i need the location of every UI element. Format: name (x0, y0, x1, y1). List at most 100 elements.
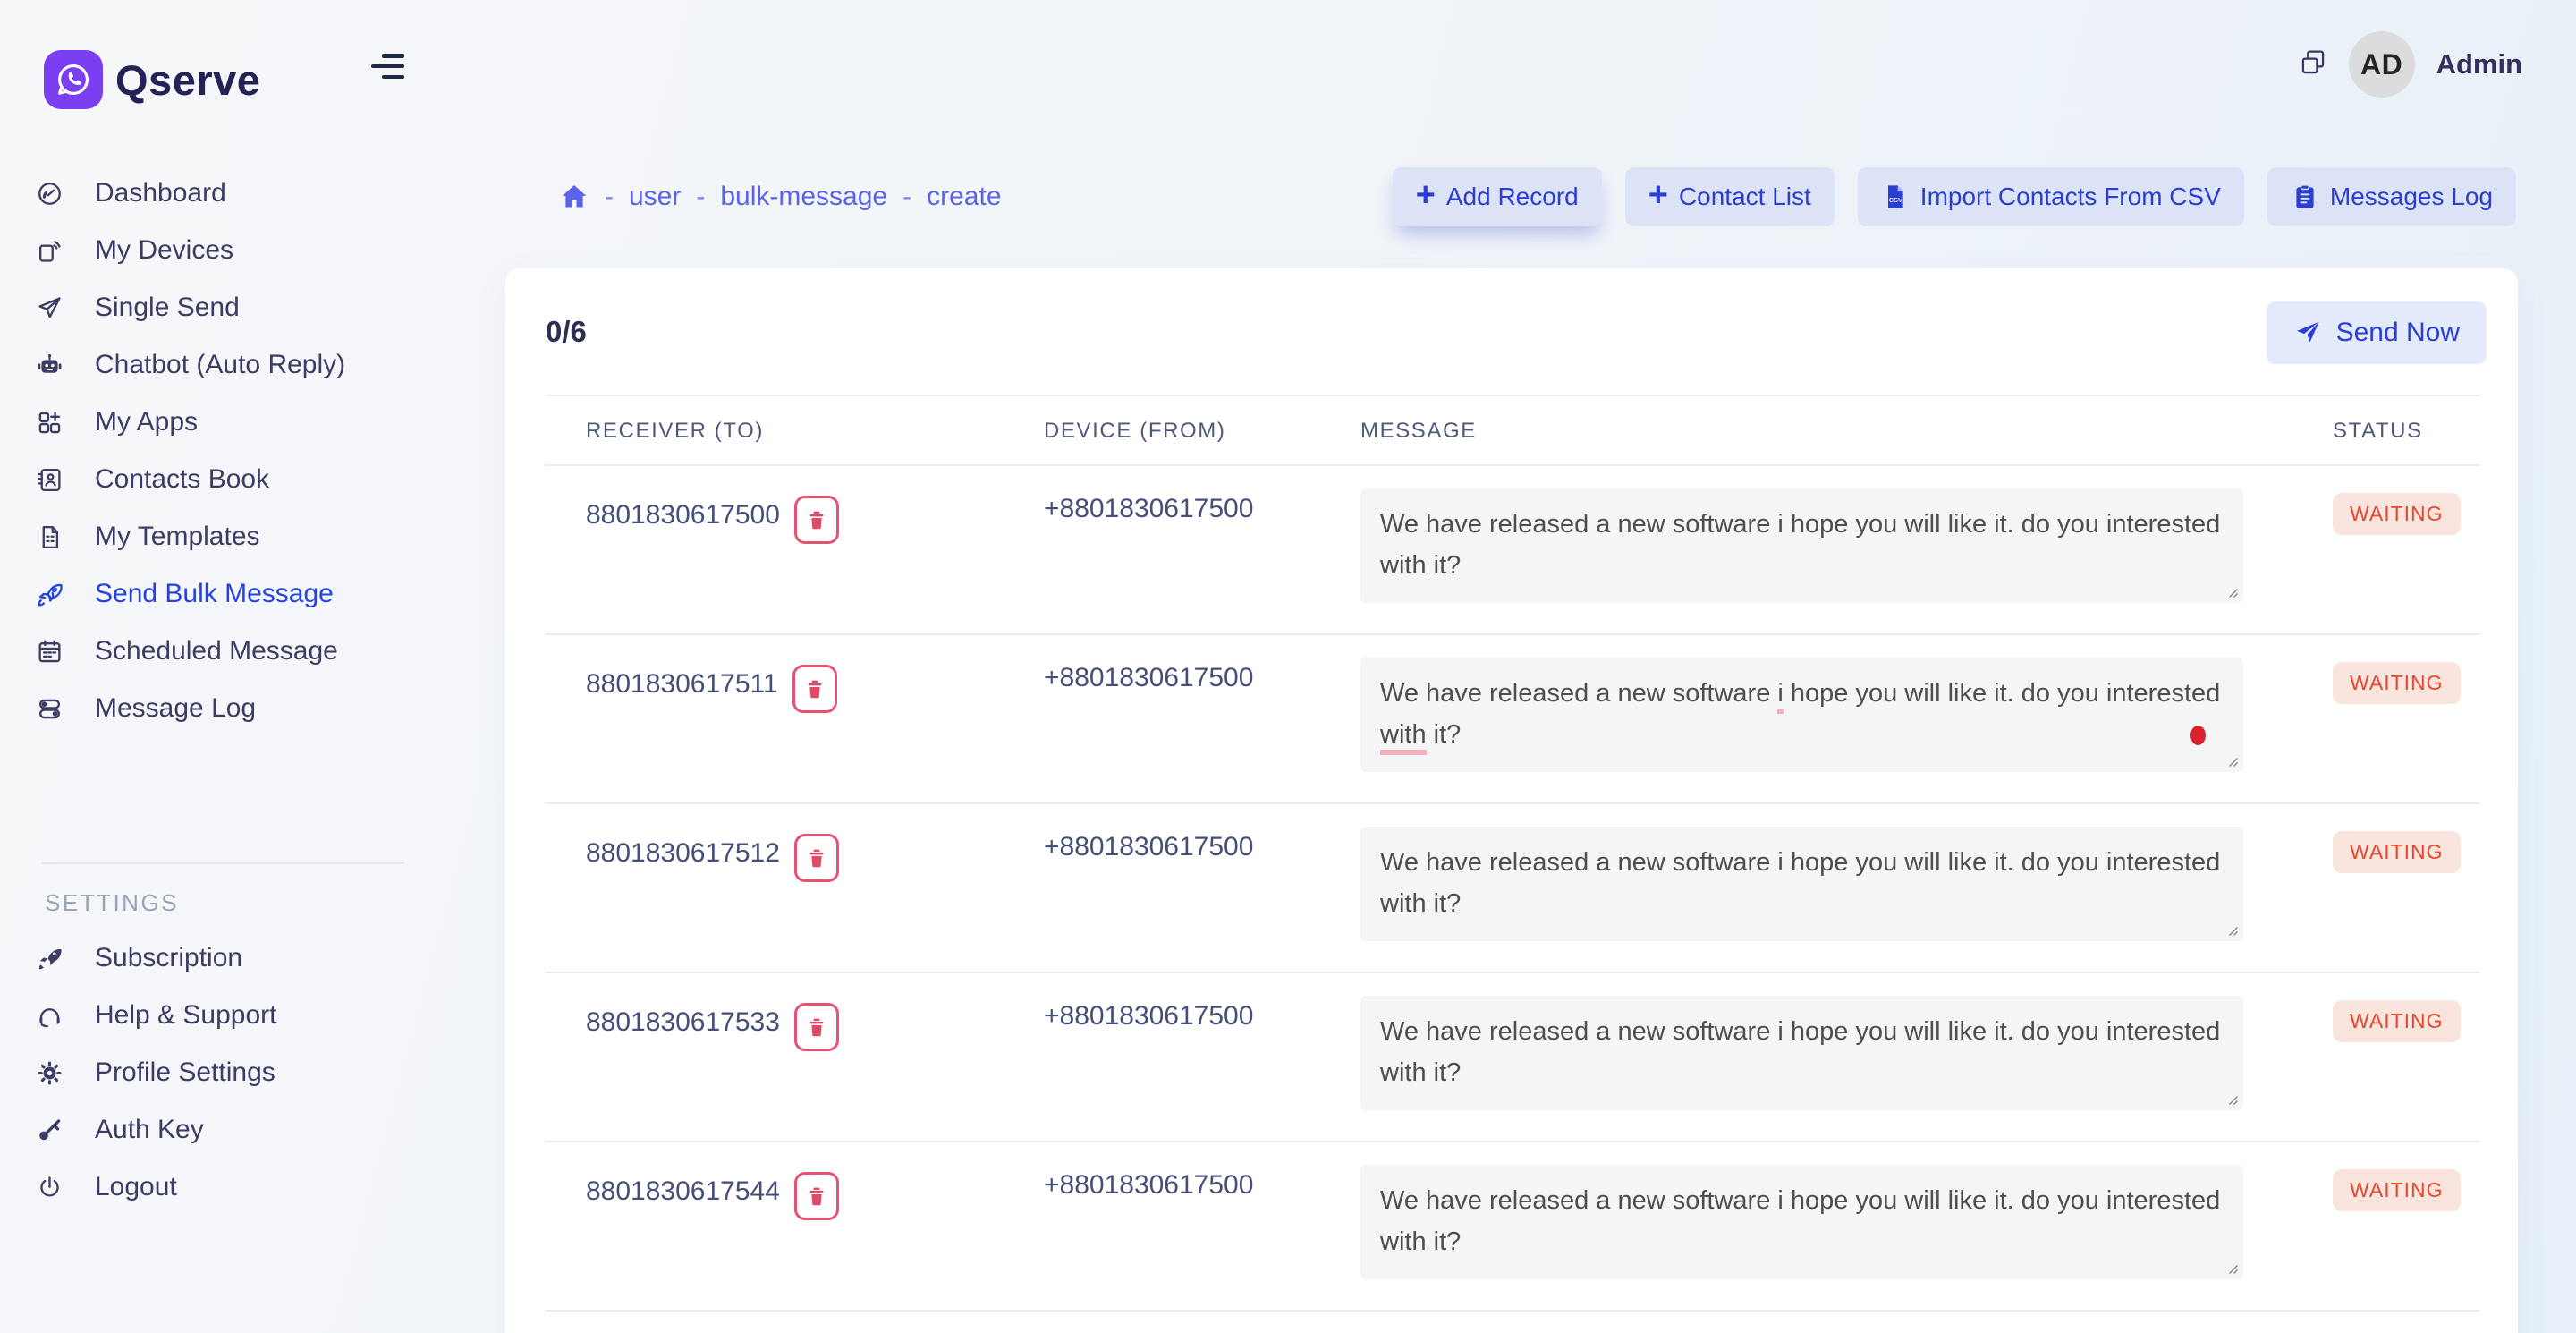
sidebar-item-send-bulk-message[interactable]: Send Bulk Message (0, 565, 479, 623)
action-button-label: Add Record (1446, 183, 1579, 211)
resize-handle-icon[interactable] (2224, 1261, 2239, 1275)
contacts-book-icon (36, 466, 64, 494)
messages-log-button[interactable]: Messages Log (2267, 167, 2516, 226)
sidebar-item-my-templates[interactable]: My Templates (0, 508, 479, 565)
sidebar-item-my-devices[interactable]: My Devices (0, 222, 479, 279)
templates-icon (36, 523, 64, 551)
sidebar-item-scheduled-message[interactable]: Scheduled Message (0, 623, 479, 680)
message-cell: We have released a new software i hope y… (1360, 804, 2333, 973)
message-text: We have released a new software i hope y… (1380, 848, 2220, 918)
import-contacts-from-csv-button[interactable]: CSVImport Contacts From CSV (1858, 167, 2244, 226)
add-record-button[interactable]: +Add Record (1393, 167, 1602, 226)
receiver-number: 8801830617533 (586, 1003, 780, 1042)
breadcrumb-item-create[interactable]: create (927, 182, 1001, 212)
sidebar-settings-nav: Subscription Help & SupportProfile Settin… (0, 930, 479, 1216)
sidebar-item-logout[interactable]: Logout (0, 1159, 479, 1216)
delete-row-button[interactable] (794, 1172, 839, 1220)
resize-handle-icon[interactable] (2224, 584, 2239, 599)
apps-icon (36, 409, 64, 437)
breadcrumb-separator: - (605, 182, 614, 212)
send-now-button[interactable]: Send Now (2267, 301, 2487, 364)
overlap-squares-icon[interactable] (2299, 48, 2327, 81)
column-header-device-from: DEVICE (FROM) (1044, 419, 1360, 444)
table-header-row: RECEIVER (TO)DEVICE (FROM)MESSAGESTATUS (505, 396, 2518, 466)
toolbar-row: -user-bulk-message-create +Add Record+Co… (505, 163, 2576, 231)
gear-icon (36, 1059, 64, 1087)
status-cell: WAITING (2333, 804, 2461, 973)
message-textarea[interactable]: We have released a new software i hope y… (1360, 488, 2243, 603)
status-badge: WAITING (2333, 493, 2461, 535)
sidebar-item-help-support[interactable]: Help & Support (0, 987, 479, 1044)
sidebar-item-my-apps[interactable]: My Apps (0, 394, 479, 451)
message-textarea[interactable]: We have released a new software i hope y… (1360, 996, 2243, 1110)
plus-icon: + (1648, 178, 1668, 212)
sidebar-item-label: Message Log (95, 693, 256, 724)
message-text: We have released a new software i hope y… (1380, 1017, 2220, 1087)
breadcrumb-item-bulk-message[interactable]: bulk-message (720, 182, 887, 212)
resize-handle-icon[interactable] (2224, 1091, 2239, 1106)
receiver-cell: 8801830617511 (586, 635, 1044, 804)
device-number: +8801830617500 (1044, 1170, 1253, 1200)
sidebar-item-auth-key[interactable]: Auth Key (0, 1101, 479, 1159)
user-name[interactable]: Admin (2436, 48, 2522, 81)
sidebar-toggle-button[interactable] (370, 54, 404, 79)
recording-dot (2190, 726, 2206, 745)
receiver-number: 8801830617544 (586, 1172, 780, 1211)
delete-row-button[interactable] (794, 496, 839, 544)
status-badge: WAITING (2333, 662, 2461, 704)
power-icon (36, 1174, 64, 1201)
sidebar-item-single-send[interactable]: Single Send (0, 279, 479, 336)
table-row: 8801830617533 +8801830617500 We have rel… (505, 973, 2518, 1142)
delete-row-button[interactable] (794, 834, 839, 882)
status-badge: WAITING (2333, 1169, 2461, 1211)
receiver-cell: 8801830617500 (586, 466, 1044, 635)
action-button-label: Contact List (1679, 183, 1811, 211)
breadcrumb-item-user[interactable]: user (629, 182, 681, 212)
breadcrumb: -user-bulk-message-create (559, 182, 1002, 212)
receiver-cell: 8801830617533 (586, 973, 1044, 1142)
sidebar-item-label: My Apps (95, 407, 198, 437)
delete-row-button[interactable] (794, 1003, 839, 1051)
dashboard-icon (36, 180, 64, 208)
receiver-cell: 8801830617544 (586, 1142, 1044, 1312)
sidebar-item-dashboard[interactable]: Dashboard (0, 165, 479, 222)
whatsapp-logo-icon (44, 50, 103, 109)
sidebar-item-label: Logout (95, 1172, 177, 1202)
avatar[interactable]: AD (2349, 31, 2415, 98)
sidebar-item-label: Scheduled Message (95, 636, 338, 666)
message-cell: We have released a new software i hope y… (1360, 635, 2333, 804)
sidebar-item-chatbot-auto-reply[interactable]: Chatbot (Auto Reply) (0, 336, 479, 394)
home-icon[interactable] (559, 182, 589, 212)
sidebar-item-contacts-book[interactable]: Contacts Book (0, 451, 479, 508)
sidebar-item-message-log[interactable]: Message Log (0, 680, 479, 737)
table-body: 8801830617500 +8801830617500 We have rel… (505, 466, 2518, 1312)
table-row: 8801830617512 +8801830617500 We have rel… (505, 804, 2518, 973)
delete-row-button[interactable] (792, 665, 837, 713)
message-cell: We have released a new software i hope y… (1360, 466, 2333, 635)
resize-handle-icon[interactable] (2224, 922, 2239, 937)
device-cell: +8801830617500 (1044, 466, 1360, 635)
message-textarea[interactable]: We have released a new software i hope y… (1360, 827, 2243, 941)
sidebar-item-subscription[interactable]: Subscription (0, 930, 479, 987)
devices-icon (36, 237, 64, 265)
brand[interactable]: Qserve (44, 50, 260, 109)
robot-icon (36, 352, 64, 379)
clipboard-icon (2291, 183, 2319, 211)
device-cell: +8801830617500 (1044, 1142, 1360, 1312)
sidebar-item-profile-settings[interactable]: Profile Settings (0, 1044, 479, 1101)
breadcrumb-separator: - (902, 182, 911, 212)
calendar-icon (36, 638, 64, 666)
status-cell: WAITING (2333, 973, 2461, 1142)
message-textarea[interactable]: We have released a new software i hope y… (1360, 1165, 2243, 1279)
contact-list-button[interactable]: + Contact List (1625, 167, 1835, 226)
message-textarea[interactable]: We have released a new software i hope y… (1360, 658, 2243, 772)
sidebar-item-label: Subscription (95, 943, 242, 973)
sidebar-item-label: Contacts Book (95, 464, 269, 495)
breadcrumb-separator: - (696, 182, 705, 212)
receiver-number: 8801830617512 (586, 834, 780, 873)
resize-handle-icon[interactable] (2224, 753, 2239, 768)
message-cell: We have released a new software i hope y… (1360, 973, 2333, 1142)
send-progress-counter: 0/6 (546, 315, 587, 349)
device-cell: +8801830617500 (1044, 973, 1360, 1142)
header-right: AD Admin (2299, 30, 2522, 98)
